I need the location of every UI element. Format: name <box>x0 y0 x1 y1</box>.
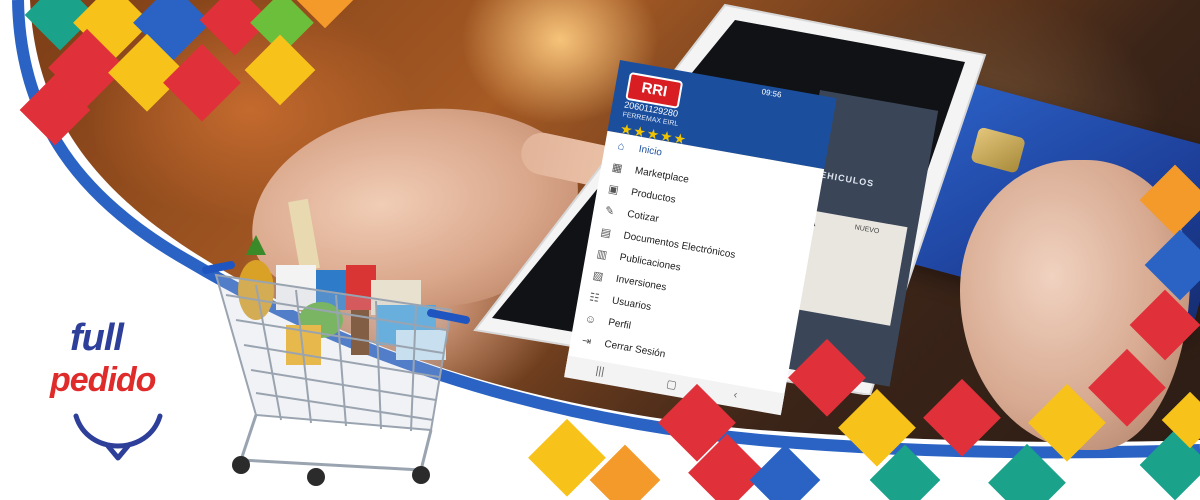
recent-icon[interactable]: ||| <box>595 365 606 378</box>
brand-word-pedido: pedido <box>50 361 156 399</box>
cart-wheel <box>307 468 325 486</box>
status-time: 09:56 <box>760 87 783 100</box>
quote-icon: ✎ <box>603 204 616 219</box>
banner: VEHICULOS NA NUEVO 09:56 RRI 20601129280… <box>0 0 1200 500</box>
home-nav-icon[interactable]: ▢ <box>665 377 678 392</box>
products-icon: ▣ <box>607 183 620 197</box>
shopping-cart <box>202 198 470 486</box>
documents-icon: ▤ <box>599 226 612 240</box>
logout-icon: ⇥ <box>581 334 593 349</box>
profile-icon: ☺ <box>583 312 598 327</box>
product-badge: NUEVO <box>854 224 880 236</box>
fullpedido-logo[interactable]: full pedido <box>48 318 208 468</box>
cart-wheel <box>232 456 250 474</box>
publications-icon: ▥ <box>595 248 609 262</box>
marketplace-icon: ▦ <box>611 161 624 175</box>
users-icon: ☷ <box>588 291 601 305</box>
back-icon[interactable]: ‹ <box>733 389 739 401</box>
investments-icon: ▧ <box>591 269 605 284</box>
smile-icon <box>73 413 163 461</box>
brand-word-full: full <box>70 317 124 359</box>
cart-wheel <box>412 466 430 484</box>
home-icon: ⌂ <box>616 140 626 153</box>
